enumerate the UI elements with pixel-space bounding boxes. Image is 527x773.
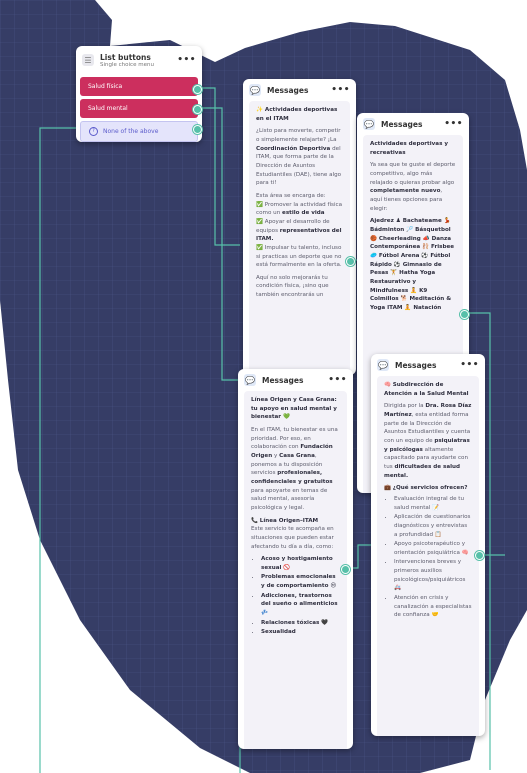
message-paragraph: Este servicio te acompaña en situaciones…: [251, 526, 334, 550]
message-paragraph: Ya sea que te guste el deporte competiti…: [370, 162, 456, 212]
message-paragraph: En el ITAM, tu bienestar es una priorida…: [251, 426, 338, 511]
brain-icon: 🧠: [384, 382, 391, 388]
chat-bubble-icon: 💬: [249, 84, 261, 96]
node-subtitle: Single choice menu: [100, 61, 154, 68]
node-menu-button[interactable]: •••: [460, 360, 479, 370]
messages-node-linea-origen[interactable]: 💬 Messages ••• Línea Origen y Casa Grana…: [238, 369, 353, 749]
phone-icon: 📞: [251, 517, 258, 524]
node-menu-button[interactable]: •••: [331, 85, 350, 95]
node-menu-button[interactable]: •••: [328, 375, 347, 385]
node-menu-button[interactable]: •••: [444, 119, 463, 129]
node-title: Messages: [381, 119, 423, 129]
message-paragraph: Dirigida por la Dra. Rosa Díaz Martínez,…: [384, 403, 472, 479]
list-item: Sexualidad: [261, 628, 340, 637]
node-menu-button[interactable]: •••: [177, 55, 196, 65]
message-list-item: ✅ Promover la actividad física como un e…: [256, 201, 343, 217]
list-buttons-node[interactable]: ☰ List buttons Single choice menu ••• Sa…: [76, 46, 202, 142]
list-item: Apoyo psicoterapéutico y orientación psi…: [394, 540, 472, 557]
list-item: Relaciones tóxicas 🖤: [261, 619, 340, 628]
node-title: Messages: [262, 375, 304, 385]
help-circle-icon: ?: [89, 127, 98, 136]
message-bubble: Línea Origen y Casa Grana: tu apoyo en s…: [244, 391, 347, 749]
output-port-none[interactable]: [193, 125, 202, 134]
message-heading: Línea Origen y Casa Grana: tu apoyo en s…: [251, 397, 337, 421]
option-button-salud-mental[interactable]: Salud mental: [80, 99, 198, 118]
option-button-salud-fisica[interactable]: Salud física: [80, 77, 198, 96]
message-subheading: 📞 Línea Origen–ITAM: [251, 517, 319, 524]
message-heading: ✨ Actividades deportivas en el ITAM: [256, 107, 338, 122]
output-port-msg4[interactable]: [475, 551, 484, 560]
node-title: Messages: [267, 85, 309, 95]
list-item: Evaluación integral de tu salud mental 📝: [394, 495, 472, 512]
message-list-item: ✅ Impulsar tu talento, incluso si practi…: [256, 244, 342, 269]
message-list: Acoso y hostigamiento sexual 🚫 Problemas…: [251, 555, 340, 637]
activities-list: Ajedrez ♟ Bachateame 💃 Bádminton 🏸 Básqu…: [370, 218, 455, 311]
check-icon: ✅: [256, 201, 263, 208]
none-of-above-button[interactable]: ? None of the above: [80, 121, 198, 142]
list-item: Aplicación de cuestionarios diagnósticos…: [394, 513, 472, 539]
list-item: Acoso y hostigamiento sexual 🚫: [261, 555, 340, 572]
message-list-item: ✅ Apoyar el desarrollo de equipos repres…: [256, 218, 342, 243]
message-heading: Actividades deportivas y recreativas: [370, 141, 448, 156]
list-icon: ☰: [82, 54, 94, 66]
message-paragraph: Esta área se encarga de:: [256, 192, 326, 199]
list-item: Problemas emocionales y de comportamient…: [261, 573, 340, 590]
node-title: Messages: [395, 360, 437, 370]
message-bubble: 🧠 Subdirección de Atención a la Salud Me…: [377, 376, 479, 736]
message-heading: 🧠 Subdirección de Atención a la Salud Me…: [384, 382, 469, 397]
message-bubble: ✨ Actividades deportivas en el ITAM ¿Lis…: [249, 101, 350, 375]
messages-node-actividades[interactable]: 💬 Messages ••• ✨ Actividades deportivas …: [243, 79, 356, 375]
output-port-msg2[interactable]: [460, 310, 469, 319]
list-item: Intervenciones breves y primeros auxilio…: [394, 558, 472, 593]
none-label: None of the above: [103, 128, 159, 135]
messages-node-salud-mental[interactable]: 💬 Messages ••• 🧠 Subdirección de Atenció…: [371, 354, 485, 736]
output-port-msg3[interactable]: [341, 565, 350, 574]
list-item: Atención en crisis y canalización a espe…: [394, 594, 472, 620]
chat-bubble-icon: 💬: [244, 374, 256, 386]
check-icon: ✅: [256, 244, 263, 251]
flow-canvas[interactable]: ☰ List buttons Single choice menu ••• Sa…: [0, 0, 527, 773]
message-list: Evaluación integral de tu salud mental 📝…: [384, 495, 472, 620]
node-title: List buttons: [100, 52, 151, 62]
message-subheading: 💼 ¿Qué servicios ofrecen?: [384, 485, 468, 492]
briefcase-icon: 💼: [384, 485, 391, 492]
chat-bubble-icon: 💬: [363, 118, 375, 130]
list-item: Adicciones, trastornos del sueño o alime…: [261, 592, 340, 618]
message-paragraph: Aquí no solo mejorarás tu condición físi…: [256, 274, 329, 299]
output-port-option1[interactable]: [193, 85, 202, 94]
message-paragraph: ¿Listo para moverte, competir o simpleme…: [256, 128, 342, 187]
output-port-option2[interactable]: [193, 105, 202, 114]
chat-bubble-icon: 💬: [377, 359, 389, 371]
output-port-msg1[interactable]: [346, 257, 355, 266]
check-icon: ✅: [256, 218, 263, 225]
